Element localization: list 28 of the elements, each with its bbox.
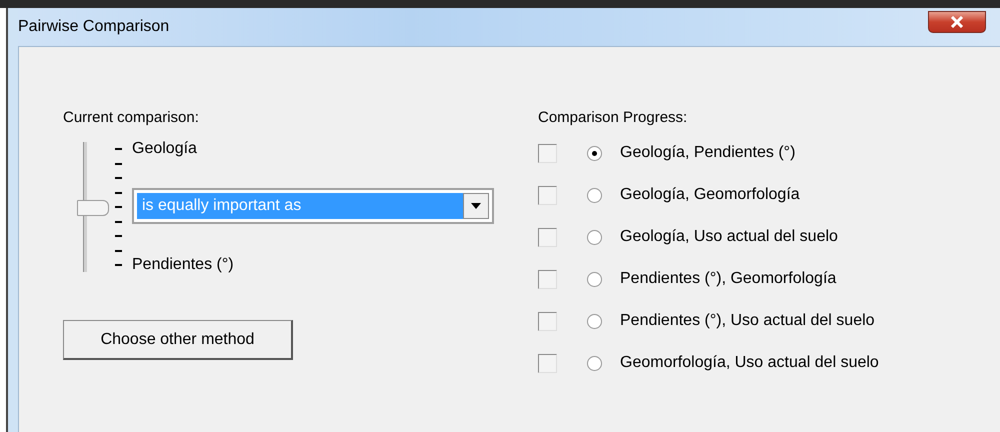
comparison-pair: Pendientes (°), Uso actual del suelo bbox=[620, 312, 875, 330]
radio-button[interactable] bbox=[587, 230, 602, 244]
section-label: Current comparison: bbox=[63, 109, 200, 126]
radio-button[interactable] bbox=[587, 356, 602, 370]
comparison-pair: Geología, Geomorfología bbox=[620, 186, 800, 204]
criterion-label: Geología bbox=[132, 140, 198, 158]
checkbox[interactable] bbox=[538, 186, 557, 204]
criterion-label: Pendientes (°) bbox=[132, 256, 235, 274]
comparison-pair: Geología, Uso actual del suelo bbox=[620, 228, 838, 246]
checkbox[interactable] bbox=[538, 270, 557, 288]
dropdown-arrow-icon bbox=[471, 203, 481, 209]
close-button[interactable] bbox=[928, 11, 986, 33]
section-label: Comparison Progress: bbox=[538, 109, 688, 126]
checkbox[interactable] bbox=[538, 144, 557, 162]
checkbox[interactable] bbox=[538, 312, 557, 330]
importance-slider[interactable] bbox=[77, 140, 122, 274]
checkbox[interactable] bbox=[538, 228, 557, 246]
window-title: Pairwise Comparison bbox=[18, 18, 170, 36]
comparison-pair: Pendientes (°), Geomorfología bbox=[620, 270, 836, 288]
comparison-pair: Geomorfología, Uso actual del suelo bbox=[620, 354, 879, 372]
checkbox[interactable] bbox=[538, 354, 557, 372]
close-icon bbox=[950, 16, 964, 28]
radio-button[interactable] bbox=[587, 146, 602, 160]
radio-button[interactable] bbox=[587, 314, 602, 328]
radio-button[interactable] bbox=[587, 188, 602, 202]
comparison-pair: Geología, Pendientes (°) bbox=[620, 144, 796, 162]
choose-method-button[interactable]: Choose other method bbox=[63, 320, 293, 360]
radio-button[interactable] bbox=[587, 272, 602, 286]
